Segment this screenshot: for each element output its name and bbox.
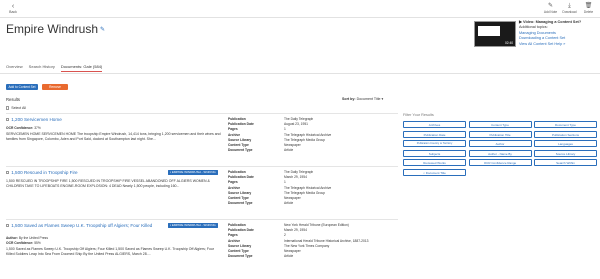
result-checkbox[interactable]	[6, 118, 10, 122]
select-all-label: Select All	[11, 106, 26, 110]
folder-icon: ▪	[170, 170, 172, 174]
select-all-checkbox[interactable]	[6, 106, 10, 110]
filter-publication-sections[interactable]: Publication Sections	[534, 130, 597, 138]
delete-icon: 🗑	[584, 3, 593, 9]
add-note-button[interactable]: ✎ Add Note	[543, 3, 558, 14]
content-set-badge: ▪ EMPIRE WINDRUSH - SINKING	[168, 223, 218, 228]
filter-ocr-confidence[interactable]: OCR Confidence Range	[468, 159, 532, 167]
help-video-thumbnail[interactable]: 02:40	[474, 21, 516, 47]
back-arrow-icon: ‹	[11, 3, 15, 10]
badge-text: EMPIRE WINDRUSH - SINKING	[171, 223, 216, 227]
sort-by-select[interactable]: Document Title ▾	[357, 97, 384, 101]
filter-content-type[interactable]: Content Type	[468, 121, 532, 128]
filter-panel: Filter Your Results Archives Content Typ…	[403, 113, 597, 176]
tab-documents[interactable]: Documents: Gale (584)	[60, 64, 103, 72]
result-snippet: 1,500 RESCUED IN TROOPSHIP FIRE 1,500 RE…	[6, 179, 210, 188]
meta-key: Document Type	[228, 254, 253, 259]
ocr-confidence: OCR Confidence: 37%	[6, 126, 41, 130]
result-item: 1,500 Rescued in Troopship Fire ▪ EMPIRE…	[6, 166, 398, 218]
top-toolbar: ‹ Back ✎ Add Note ⤓ Download 🗑 Delete	[0, 0, 600, 18]
tab-search-history[interactable]: Search History	[29, 64, 55, 72]
download-button[interactable]: ⤓ Download	[562, 3, 577, 14]
filter-grid: Archives Content Type Document Type Publ…	[403, 121, 597, 176]
filter-publication-country[interactable]: Publication Country or Territory	[403, 140, 466, 148]
ocr-confidence-label: OCR Confidence:	[6, 126, 34, 130]
download-label: Download	[562, 10, 577, 14]
meta-value: Article	[284, 254, 294, 259]
result-item: 1,500 Saved as Flames Sweep U.K. Troopsh…	[6, 219, 398, 279]
sort-by-control[interactable]: Sort by: Document Title ▾	[342, 97, 383, 101]
help-link-view-all[interactable]: View All Content Set Help »	[519, 42, 599, 47]
filter-author-name-by[interactable]: Author - Name By	[468, 149, 532, 157]
toolbar-actions: ✎ Add Note ⤓ Download 🗑 Delete	[543, 3, 596, 14]
result-checkbox[interactable]	[6, 224, 10, 228]
filter-subjects[interactable]: Subjects	[403, 149, 466, 157]
result-snippet: SERVICEMEN HOME SERVICEMEN HOME The troo…	[6, 132, 221, 141]
page-title: Empire Windrush	[6, 22, 99, 36]
video-title-text: Video: Managing a Content Set?	[522, 20, 582, 24]
video-help-panel: ▶ Video: Managing a Content Set? Additio…	[519, 20, 599, 47]
sort-by-label: Sort by:	[342, 97, 356, 101]
author-value: By the United Press	[18, 236, 48, 240]
result-snippet: 1,500 Saved as Flames Sweep U.K. Troopsh…	[6, 247, 215, 256]
result-checkbox[interactable]	[6, 171, 10, 175]
results-heading: Results	[6, 97, 20, 102]
result-metadata: Publication New York Herald Tribune (Euro…	[228, 223, 398, 259]
filter-publication-date[interactable]: Publication Date	[403, 130, 466, 138]
filter-reviewed-works[interactable]: Reviewed Works	[403, 159, 466, 167]
result-author: Author: By the United Press	[6, 236, 48, 240]
filter-author[interactable]: Author	[468, 140, 532, 148]
result-title[interactable]: 1,200 Servicemen Home	[6, 117, 62, 122]
filter-search-within[interactable]: Search Within	[534, 159, 597, 167]
tab-overview[interactable]: Overview	[6, 64, 23, 72]
badge-text: EMPIRE WINDRUSH - SINKING	[171, 170, 216, 174]
add-note-icon: ✎	[547, 3, 554, 9]
add-note-label: Add Note	[543, 10, 558, 14]
filter-source-library[interactable]: Source Library	[534, 149, 597, 157]
remove-button[interactable]: Remove	[42, 84, 68, 90]
author-label: Author:	[6, 236, 18, 240]
filter-publication-title[interactable]: Publication Title	[468, 130, 532, 138]
video-duration: 02:40	[505, 41, 513, 45]
filter-document-title[interactable]: ⌕ Document Title	[403, 168, 466, 176]
meta-key: Document Type	[228, 148, 253, 153]
add-to-content-set-button[interactable]: Add to Content Set	[6, 84, 38, 90]
result-title-text[interactable]: 1,500 Rescued in Troopship Fire	[11, 170, 77, 175]
download-icon: ⤓	[568, 3, 571, 9]
filter-document-type[interactable]: Document Type	[534, 121, 597, 128]
result-title-text[interactable]: 1,500 Saved as Flames Sweep U.K. Troopsh…	[11, 223, 152, 228]
result-title[interactable]: 1,500 Rescued in Troopship Fire	[6, 170, 78, 175]
ocr-confidence-value: 37%	[34, 126, 41, 130]
select-all[interactable]: Select All	[6, 106, 26, 110]
filter-archives[interactable]: Archives	[403, 121, 466, 128]
delete-button[interactable]: 🗑 Delete	[581, 3, 596, 14]
back-button[interactable]: ‹ Back	[6, 3, 20, 14]
video-preview-image	[478, 26, 500, 36]
result-metadata: Publication The Daily Telegraph Publicati…	[228, 170, 398, 206]
filter-document-title-label: Document Title	[425, 170, 446, 175]
result-title[interactable]: 1,500 Saved as Flames Sweep U.K. Troopsh…	[6, 223, 156, 229]
result-metadata: Publication The Daily Telegraph Publicati…	[228, 117, 398, 153]
delete-label: Delete	[583, 10, 594, 14]
ocr-confidence: OCR Confidence: 55%	[6, 241, 41, 245]
ocr-confidence-label: OCR Confidence:	[6, 241, 34, 245]
meta-value: Article	[284, 148, 294, 153]
meta-value: Article	[284, 201, 294, 206]
folder-icon: ▪	[170, 223, 172, 227]
edit-pencil-icon[interactable]: ✎	[100, 27, 105, 33]
result-title-text[interactable]: 1,200 Servicemen Home	[11, 117, 62, 122]
filter-heading: Filter Your Results	[403, 113, 434, 117]
filter-languages[interactable]: Languages	[534, 140, 597, 148]
content-set-badge: ▪ EMPIRE WINDRUSH - SINKING	[168, 170, 218, 175]
search-icon: ⌕	[423, 170, 425, 175]
tab-divider	[0, 73, 600, 74]
tab-bar: Overview Search History Documents: Gale …	[6, 64, 103, 72]
page-title-row: Empire Windrush ✎	[6, 22, 105, 36]
result-item: 1,200 Servicemen Home OCR Confidence: 37…	[6, 113, 398, 165]
ocr-confidence-value: 55%	[34, 241, 41, 245]
back-label: Back	[9, 10, 17, 14]
meta-key: Document Type	[228, 201, 253, 206]
